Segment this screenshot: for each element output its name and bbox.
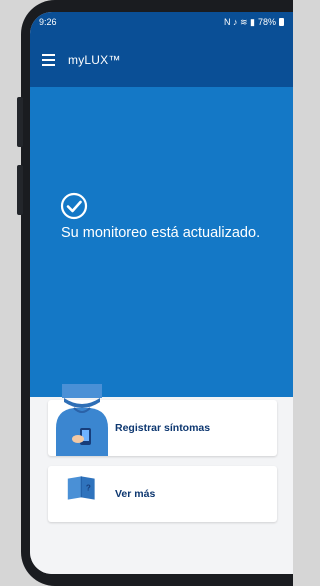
status-icons: N ♪ ≋ ▮ 78% (224, 17, 284, 28)
register-symptoms-card[interactable]: Registrar síntomas (48, 384, 277, 456)
see-more-card[interactable]: ? Ver más (48, 466, 277, 522)
see-more-label: Ver más (115, 488, 156, 500)
hamburger-menu-icon[interactable] (38, 49, 60, 71)
volume-up-button (17, 97, 23, 147)
volume-down-button (17, 165, 23, 215)
status-time: 9:26 (39, 17, 57, 27)
status-glyph-icons: N ♪ ≋ ▮ (223, 16, 255, 27)
svg-text:?: ? (86, 483, 91, 492)
monitoring-status-message: Su monitoreo está actualizado. (61, 225, 261, 241)
app-screen: 9:26 N ♪ ≋ ▮ 78% myLUX™ Su monitoreo est… (30, 12, 293, 574)
app-title: myLUX™ (68, 52, 121, 67)
book-question-illustration: ? (67, 476, 95, 500)
check-circle-icon (60, 192, 88, 220)
status-hero-panel: Su monitoreo está actualizado. (30, 87, 293, 397)
bottom-strip (30, 547, 293, 574)
battery-percent: 78% (257, 17, 276, 27)
app-bar: myLUX™ (30, 32, 293, 87)
status-bar: 9:26 N ♪ ≋ ▮ 78% (30, 12, 293, 32)
register-symptoms-label: Registrar síntomas (115, 422, 211, 434)
person-with-phone-illustration (56, 384, 108, 456)
battery-icon (279, 18, 284, 26)
